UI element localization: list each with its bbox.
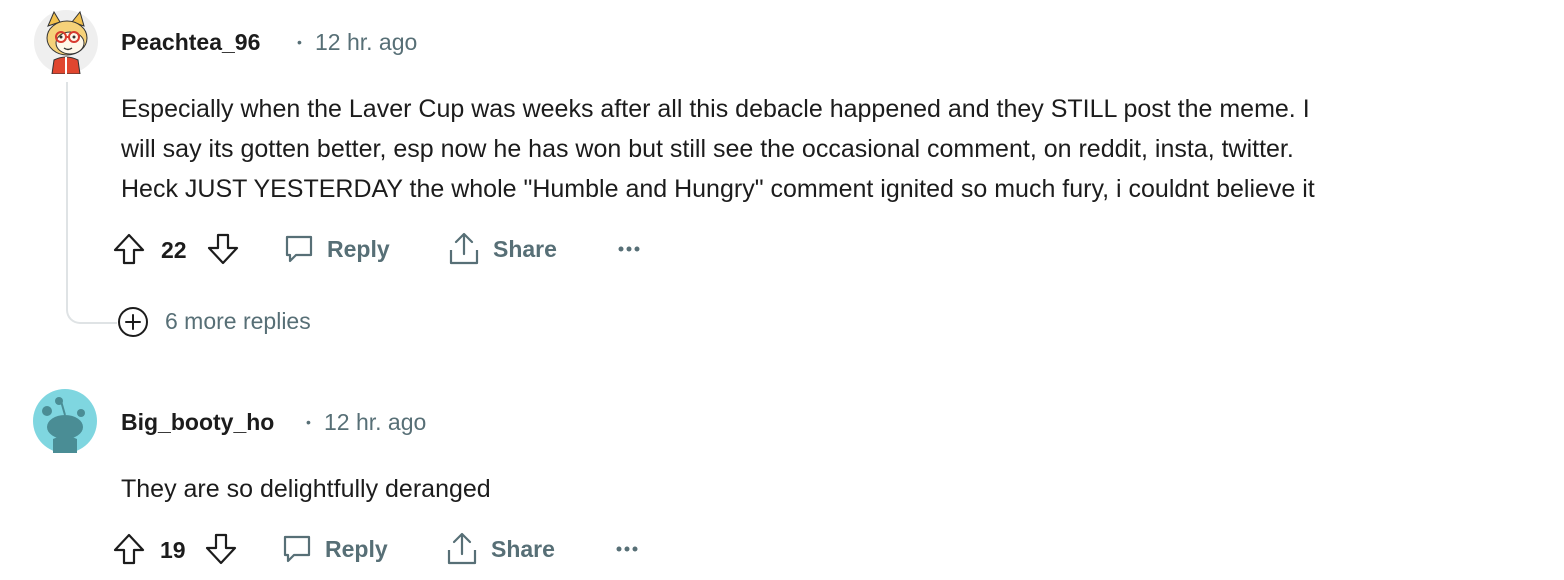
vote-score: 19 bbox=[160, 537, 186, 563]
upvote-arrow-icon bbox=[113, 533, 145, 565]
upvote-button[interactable] bbox=[113, 533, 145, 565]
upvote-button[interactable] bbox=[113, 233, 145, 265]
more-replies-link[interactable]: 6 more replies bbox=[165, 308, 311, 335]
comment-line: will say its gotten better, esp now he h… bbox=[121, 135, 1294, 163]
cartoon-dog-avatar-icon bbox=[34, 10, 98, 74]
reply-button[interactable]: Reply bbox=[281, 533, 388, 565]
share-label: Share bbox=[493, 235, 557, 262]
downvote-button[interactable] bbox=[205, 533, 237, 565]
upvote-arrow-icon bbox=[113, 233, 145, 265]
share-label: Share bbox=[491, 535, 555, 562]
share-button[interactable]: Share bbox=[448, 232, 557, 266]
downvote-button[interactable] bbox=[207, 233, 239, 265]
meta-separator: • bbox=[306, 414, 311, 430]
comment-body: They are so delightfully deranged bbox=[121, 469, 491, 509]
ellipsis-icon bbox=[618, 246, 640, 252]
reply-button[interactable]: Reply bbox=[283, 233, 390, 265]
comment-bubble-icon bbox=[285, 235, 313, 263]
comment: Big_booty_ho • 12 hr. ago They are so de… bbox=[0, 370, 1564, 580]
meta-separator: • bbox=[297, 34, 302, 50]
share-icon bbox=[447, 532, 477, 565]
thread-line[interactable] bbox=[66, 82, 118, 324]
comment-body: Especially when the Laver Cup was weeks … bbox=[121, 89, 1315, 209]
default-snoo-avatar-icon bbox=[33, 389, 97, 453]
comment-line: Heck JUST YESTERDAY the whole "Humble an… bbox=[121, 175, 1315, 203]
user-avatar[interactable] bbox=[34, 10, 98, 74]
timestamp[interactable]: 12 hr. ago bbox=[315, 29, 417, 56]
reply-label: Reply bbox=[327, 235, 390, 262]
comment: Peachtea_96 • 12 hr. ago Especially when… bbox=[0, 0, 1564, 350]
more-options-button[interactable] bbox=[615, 543, 639, 555]
timestamp[interactable]: 12 hr. ago bbox=[324, 409, 426, 436]
username[interactable]: Big_booty_ho bbox=[121, 409, 274, 436]
more-options-button[interactable] bbox=[617, 243, 641, 255]
share-icon bbox=[449, 232, 479, 265]
comment-bubble-icon bbox=[283, 535, 311, 563]
user-avatar[interactable] bbox=[33, 389, 97, 453]
downvote-arrow-icon bbox=[205, 533, 237, 565]
vote-score: 22 bbox=[161, 237, 187, 263]
expand-replies-button[interactable] bbox=[117, 306, 149, 338]
comment-line: Especially when the Laver Cup was weeks … bbox=[121, 95, 1310, 123]
username[interactable]: Peachtea_96 bbox=[121, 29, 260, 56]
share-button[interactable]: Share bbox=[446, 532, 555, 566]
comment-line: They are so delightfully deranged bbox=[121, 475, 491, 503]
plus-circle-icon bbox=[118, 307, 148, 337]
downvote-arrow-icon bbox=[207, 233, 239, 265]
reply-label: Reply bbox=[325, 535, 388, 562]
ellipsis-icon bbox=[616, 546, 638, 552]
